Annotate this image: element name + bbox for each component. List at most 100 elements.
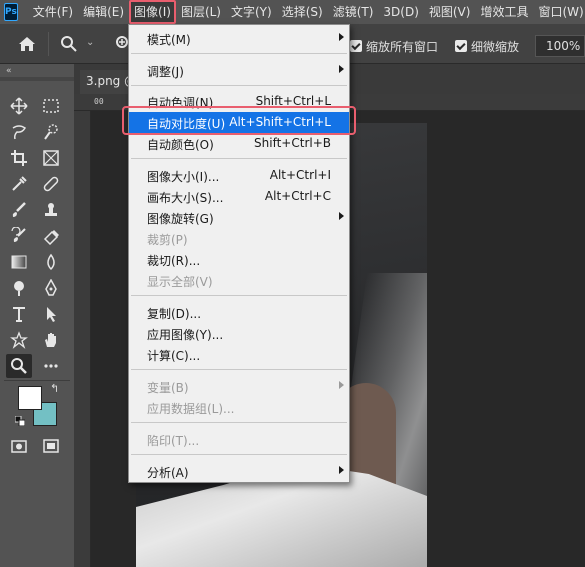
chevron-down-icon[interactable]: ⌄: [86, 37, 94, 48]
menu-separator: [131, 158, 347, 159]
menu-item-image-rotation[interactable]: 图像旋转(G): [129, 207, 349, 228]
zoom-in-icon[interactable]: [114, 35, 128, 53]
resize-all-windows-checkbox[interactable]: [350, 40, 362, 52]
menu-item-image-size[interactable]: 图像大小(I)... Alt+Ctrl+I: [129, 165, 349, 186]
quick-select-tool-icon[interactable]: [38, 120, 64, 144]
scrubby-zoom-checkbox[interactable]: [455, 40, 467, 52]
menu-item-label: 自动颜色(O): [147, 138, 214, 152]
menu-view[interactable]: 视图(V): [424, 0, 476, 24]
menu-item-shortcut: Shift+Ctrl+B: [254, 136, 331, 150]
photoshop-logo-icon[interactable]: Ps: [4, 3, 18, 21]
history-brush-icon[interactable]: [6, 224, 32, 248]
menu-item-label: 模式(M): [147, 33, 191, 47]
menu-item-duplicate[interactable]: 复制(D)...: [129, 302, 349, 323]
menu-filter[interactable]: 滤镜(T): [328, 0, 379, 24]
options-separator: [48, 32, 49, 56]
menu-item-auto-color[interactable]: 自动颜色(O) Shift+Ctrl+B: [129, 133, 349, 154]
menu-select[interactable]: 选择(S): [277, 0, 328, 24]
blur-tool-icon[interactable]: [38, 250, 64, 274]
foreground-color-swatch[interactable]: [18, 386, 42, 410]
menu-item-label: 应用数据组(L)...: [147, 402, 235, 416]
menu-plugins[interactable]: 增效工具: [475, 0, 533, 24]
gradient-tool-icon[interactable]: [6, 250, 32, 274]
menu-file[interactable]: 文件(F): [28, 0, 78, 24]
menu-image[interactable]: 图像(I): [129, 0, 176, 24]
swap-colors-icon[interactable]: ↰: [50, 382, 59, 395]
image-menu-dropdown: 模式(M) 调整(J) 自动色调(N) Shift+Ctrl+L 自动对比度(U)…: [128, 24, 350, 483]
stamp-tool-icon[interactable]: [38, 198, 64, 222]
path-select-icon[interactable]: [38, 302, 64, 326]
menu-item-adjustments[interactable]: 调整(J): [129, 60, 349, 81]
submenu-arrow-icon: [339, 381, 344, 389]
more-tools-icon[interactable]: [38, 354, 64, 378]
menu-separator: [131, 295, 347, 296]
shape-tool-icon[interactable]: [6, 328, 32, 352]
menu-item-variables: 变量(B): [129, 376, 349, 397]
healing-brush-icon[interactable]: [38, 172, 64, 196]
submenu-arrow-icon: [339, 33, 344, 41]
brush-tool-icon[interactable]: [6, 198, 32, 222]
menu-item-label: 应用图像(Y)...: [147, 328, 224, 342]
menu-separator: [131, 369, 347, 370]
menu-window[interactable]: 窗口(W): [533, 0, 585, 24]
pen-tool-icon[interactable]: [38, 276, 64, 300]
resize-all-windows-label: 缩放所有窗口: [366, 40, 439, 54]
menu-edit[interactable]: 编辑(E): [78, 0, 129, 24]
menu-item-label: 变量(B): [147, 381, 189, 395]
vertical-ruler[interactable]: [74, 111, 91, 567]
menu-item-label: 陷印(T)...: [147, 434, 200, 448]
menu-type[interactable]: 文字(Y): [226, 0, 277, 24]
menu-separator: [131, 53, 347, 54]
submenu-arrow-icon: [339, 466, 344, 474]
default-colors-icon[interactable]: [15, 416, 25, 426]
quick-mask-icon[interactable]: [6, 434, 32, 458]
menu-item-label: 图像旋转(G): [147, 212, 214, 226]
submenu-arrow-icon: [339, 212, 344, 220]
menu-item-trim[interactable]: 裁切(R)...: [129, 249, 349, 270]
lasso-tool-icon[interactable]: [6, 120, 32, 144]
menu-bar: Ps 文件(F) 编辑(E) 图像(I) 图层(L) 文字(Y) 选择(S) 滤…: [0, 0, 585, 24]
eyedropper-tool-icon[interactable]: [6, 172, 32, 196]
menu-layer[interactable]: 图层(L): [176, 0, 226, 24]
marquee-tool-icon[interactable]: [38, 94, 64, 118]
menu-item-label: 复制(D)...: [147, 307, 202, 321]
move-tool-icon[interactable]: [6, 94, 32, 118]
eraser-tool-icon[interactable]: [38, 224, 64, 248]
type-tool-icon[interactable]: [6, 302, 32, 326]
submenu-arrow-icon: [339, 65, 344, 73]
menu-item-shortcut: Alt+Ctrl+I: [269, 168, 331, 182]
menu-separator: [131, 422, 347, 423]
tools-panel: « ↰: [0, 64, 74, 567]
menu-item-shortcut: Alt+Ctrl+C: [264, 189, 331, 203]
screen-mode-icon[interactable]: [38, 434, 64, 458]
scrubby-zoom-label: 细微缩放: [471, 40, 520, 54]
menu-item-apply-image[interactable]: 应用图像(Y)...: [129, 323, 349, 344]
menu-item-crop: 裁剪(P): [129, 228, 349, 249]
menu-separator: [131, 85, 347, 86]
menu-item-canvas-size[interactable]: 画布大小(S)... Alt+Ctrl+C: [129, 186, 349, 207]
menu-item-label: 画布大小(S)...: [147, 191, 224, 205]
menu-item-mode[interactable]: 模式(M): [129, 28, 349, 49]
dodge-tool-icon[interactable]: [6, 276, 32, 300]
frame-tool-icon[interactable]: [38, 146, 64, 170]
crop-tool-icon[interactable]: [6, 146, 32, 170]
menu-item-label: 分析(A): [147, 466, 189, 480]
hand-tool-icon[interactable]: [38, 328, 64, 352]
menu-item-label: 计算(C)...: [147, 349, 201, 363]
home-icon[interactable]: [18, 36, 36, 52]
menu-item-label: 调整(J): [147, 65, 184, 79]
menu-3d[interactable]: 3D(D): [378, 0, 423, 24]
zoom-percentage-field[interactable]: 100%: [535, 35, 585, 57]
menu-item-label: 裁切(R)...: [147, 254, 201, 268]
annotation-highlight-box: [122, 106, 356, 135]
menu-item-analysis[interactable]: 分析(A): [129, 461, 349, 482]
menu-item-calculations[interactable]: 计算(C)...: [129, 344, 349, 365]
zoom-tool-preset-icon[interactable]: [60, 35, 78, 53]
menu-item-reveal-all: 显示全部(V): [129, 270, 349, 291]
zoom-tool-icon[interactable]: [6, 354, 32, 378]
collapse-panel-icon[interactable]: «: [6, 66, 12, 76]
toolbar-divider: [4, 380, 70, 381]
ruler-number: 00: [94, 97, 104, 106]
panel-header: [0, 77, 74, 81]
menu-item-label: 图像大小(I)...: [147, 170, 220, 184]
